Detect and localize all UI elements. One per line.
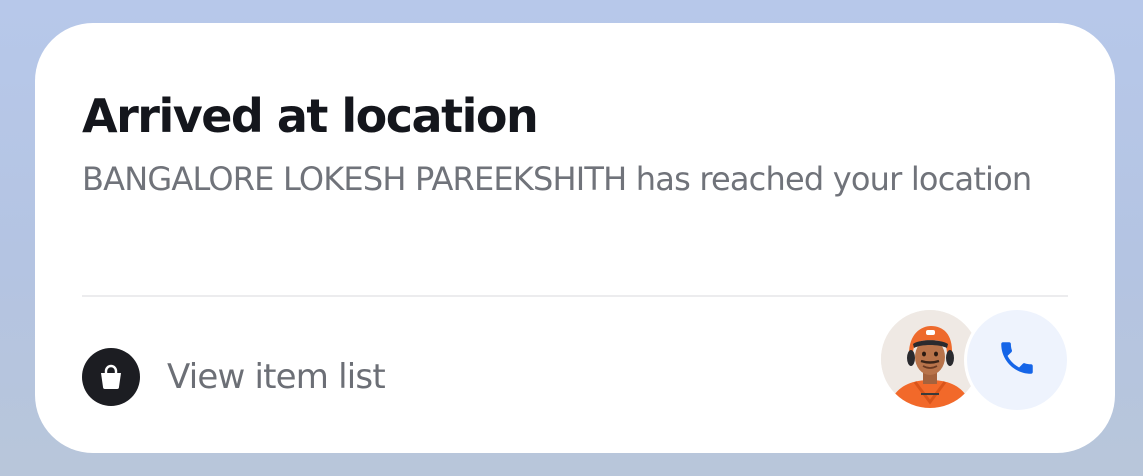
shopping-bag-icon: [82, 348, 140, 406]
call-button[interactable]: [967, 310, 1067, 410]
notification-message: BANGALORE LOKESH PAREEKSHITH has reached…: [82, 160, 1032, 198]
delivery-partner-avatar: [881, 310, 979, 408]
notification-title: Arrived at location: [82, 89, 539, 143]
view-item-list-button[interactable]: View item list: [82, 347, 386, 407]
arrival-notification-card: Arrived at location BANGALORE LOKESH PAR…: [35, 23, 1115, 453]
phone-icon: [996, 337, 1038, 383]
divider: [82, 295, 1068, 297]
view-item-list-label: View item list: [167, 357, 386, 397]
